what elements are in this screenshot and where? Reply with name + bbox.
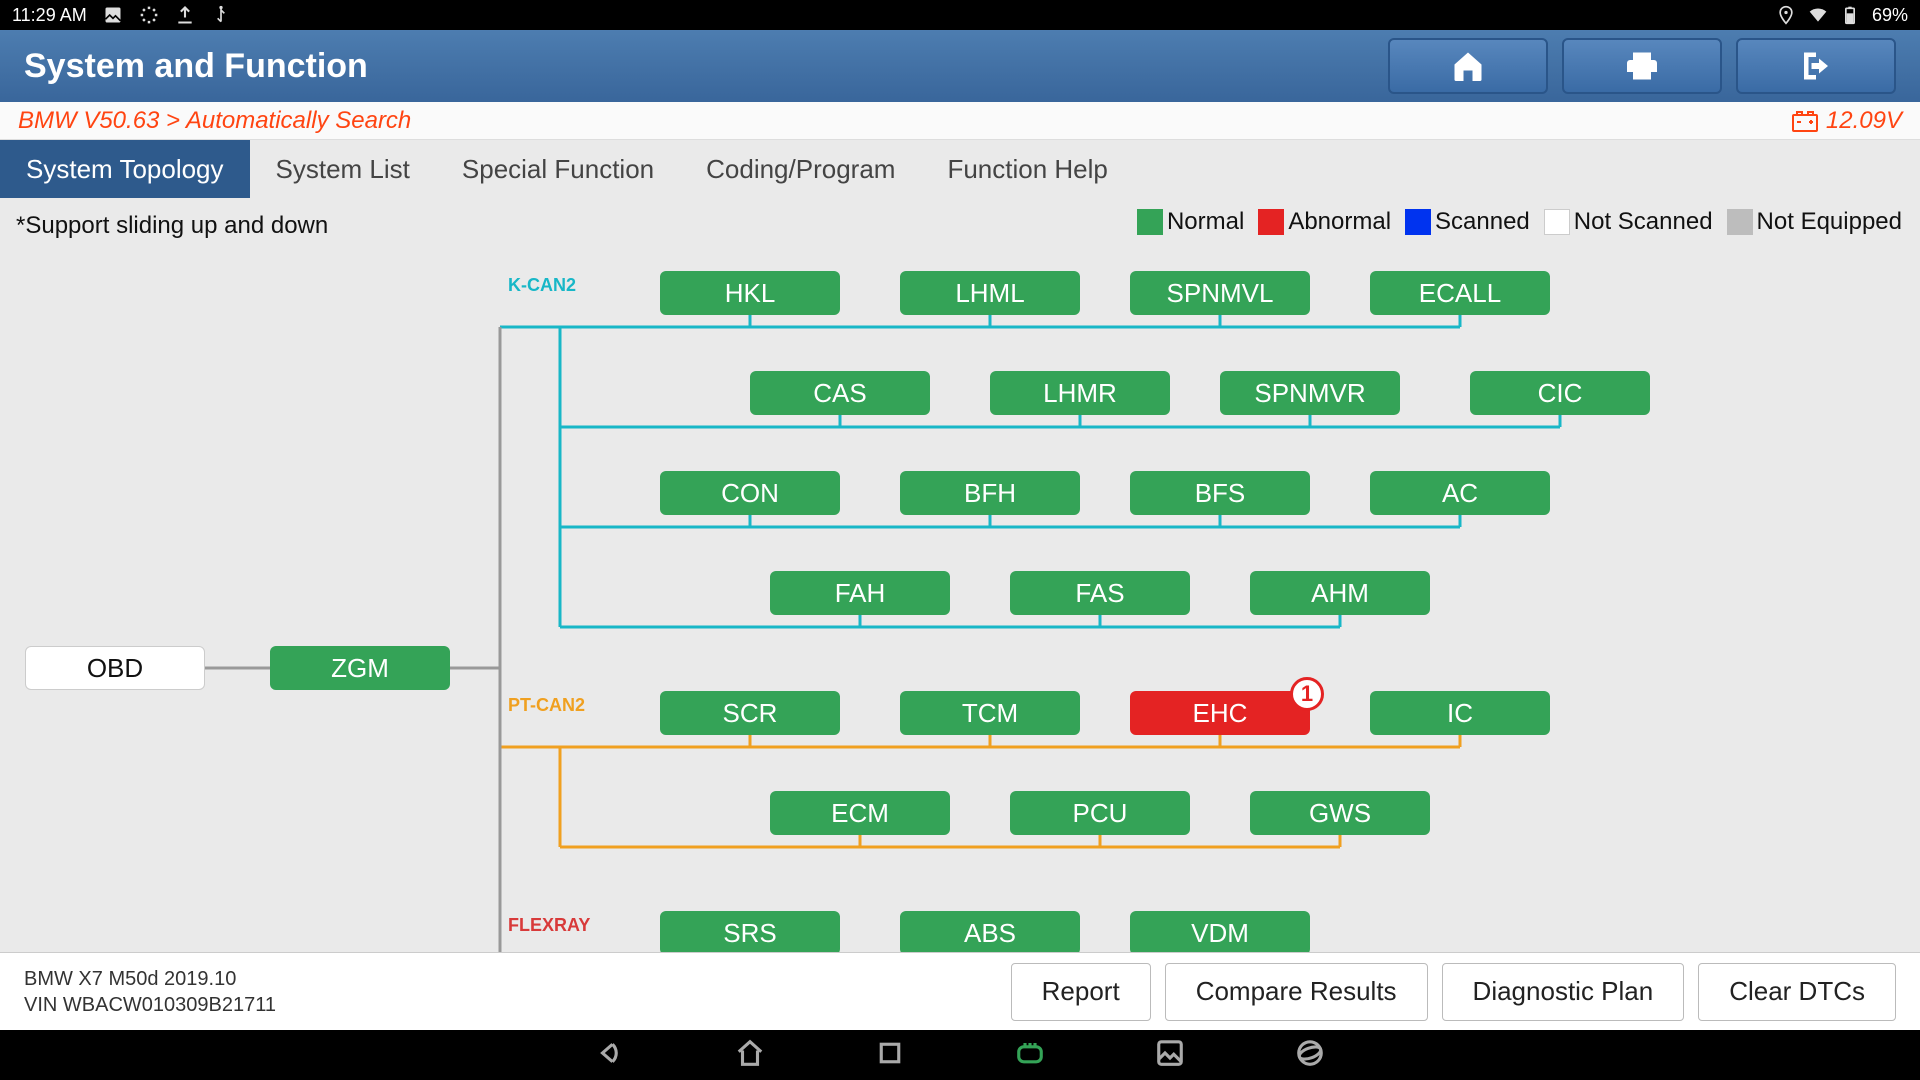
module-con[interactable]: CON (660, 471, 840, 515)
tab-function-help[interactable]: Function Help (921, 140, 1133, 198)
module-scr[interactable]: SCR (660, 691, 840, 735)
battery-voltage: 12.09V (1792, 107, 1902, 135)
tab-bar: System TopologySystem ListSpecial Functi… (0, 140, 1920, 198)
module-fas[interactable]: FAS (1010, 571, 1190, 615)
tab-system-list[interactable]: System List (250, 140, 436, 198)
tab-coding-program[interactable]: Coding/Program (680, 140, 921, 198)
bus-label-k-can2: K-CAN2 (508, 275, 576, 296)
recents-button[interactable] (875, 1038, 905, 1073)
module-lhml[interactable]: LHML (900, 271, 1080, 315)
location-icon (1776, 5, 1796, 25)
compare-results-button[interactable]: Compare Results (1165, 963, 1428, 1021)
tab-system-topology[interactable]: System Topology (0, 140, 250, 198)
clear-dtcs-button[interactable]: Clear DTCs (1698, 963, 1896, 1021)
gallery-nav-button[interactable] (1155, 1038, 1185, 1073)
usb-icon (211, 5, 231, 25)
dtc-badge: 1 (1290, 677, 1324, 711)
diagnostic-plan-button[interactable]: Diagnostic Plan (1442, 963, 1685, 1021)
footer-bar: BMW X7 M50d 2019.10 VIN WBACW010309B2171… (0, 952, 1920, 1030)
module-bfs[interactable]: BFS (1130, 471, 1310, 515)
module-cic[interactable]: CIC (1470, 371, 1650, 415)
wifi-icon (1808, 5, 1828, 25)
exit-button[interactable] (1736, 38, 1896, 94)
module-gws[interactable]: GWS (1250, 791, 1430, 835)
bus-label-flexray: FLEXRAY (508, 915, 590, 936)
module-fah[interactable]: FAH (770, 571, 950, 615)
home-button[interactable] (1388, 38, 1548, 94)
module-ehc[interactable]: EHC1 (1130, 691, 1310, 735)
module-ac[interactable]: AC (1370, 471, 1550, 515)
module-obd[interactable]: OBD (25, 646, 205, 690)
module-vdm[interactable]: VDM (1130, 911, 1310, 955)
vehicle-info: BMW X7 M50d 2019.10 VIN WBACW010309B2171… (24, 966, 276, 1018)
report-button[interactable]: Report (1011, 963, 1151, 1021)
module-spnmvl[interactable]: SPNMVL (1130, 271, 1310, 315)
print-button[interactable] (1562, 38, 1722, 94)
module-ic[interactable]: IC (1370, 691, 1550, 735)
status-battery: 69% (1872, 5, 1908, 26)
topology-canvas[interactable]: *Support sliding up and down NormalAbnor… (0, 198, 1920, 980)
module-zgm[interactable]: ZGM (270, 646, 450, 690)
module-srs[interactable]: SRS (660, 911, 840, 955)
module-ecm[interactable]: ECM (770, 791, 950, 835)
vci-icon[interactable] (1015, 1038, 1045, 1073)
home-nav-button[interactable] (735, 1038, 765, 1073)
module-spnmvr[interactable]: SPNMVR (1220, 371, 1400, 415)
title-bar: System and Function (0, 30, 1920, 102)
breadcrumb-bar: BMW V50.63 > Automatically Search 12.09V (0, 102, 1920, 140)
status-time: 11:29 AM (12, 5, 87, 26)
module-lhmr[interactable]: LHMR (990, 371, 1170, 415)
android-nav-bar (0, 1030, 1920, 1080)
module-cas[interactable]: CAS (750, 371, 930, 415)
upload-icon (175, 5, 195, 25)
module-pcu[interactable]: PCU (1010, 791, 1190, 835)
module-tcm[interactable]: TCM (900, 691, 1080, 735)
bus-label-pt-can2: PT-CAN2 (508, 695, 585, 716)
module-ecall[interactable]: ECALL (1370, 271, 1550, 315)
battery-icon (1840, 5, 1860, 25)
car-battery-icon (1792, 110, 1818, 132)
breadcrumb: BMW V50.63 > Automatically Search (18, 107, 411, 135)
module-ahm[interactable]: AHM (1250, 571, 1430, 615)
module-abs[interactable]: ABS (900, 911, 1080, 955)
page-title: System and Function (24, 47, 368, 86)
gear-icon (139, 5, 159, 25)
module-hkl[interactable]: HKL (660, 271, 840, 315)
module-bfh[interactable]: BFH (900, 471, 1080, 515)
image-icon (103, 5, 123, 25)
android-status-bar: 11:29 AM 69% (0, 0, 1920, 30)
back-button[interactable] (595, 1038, 625, 1073)
tab-special-function[interactable]: Special Function (436, 140, 680, 198)
browser-nav-button[interactable] (1295, 1038, 1325, 1073)
